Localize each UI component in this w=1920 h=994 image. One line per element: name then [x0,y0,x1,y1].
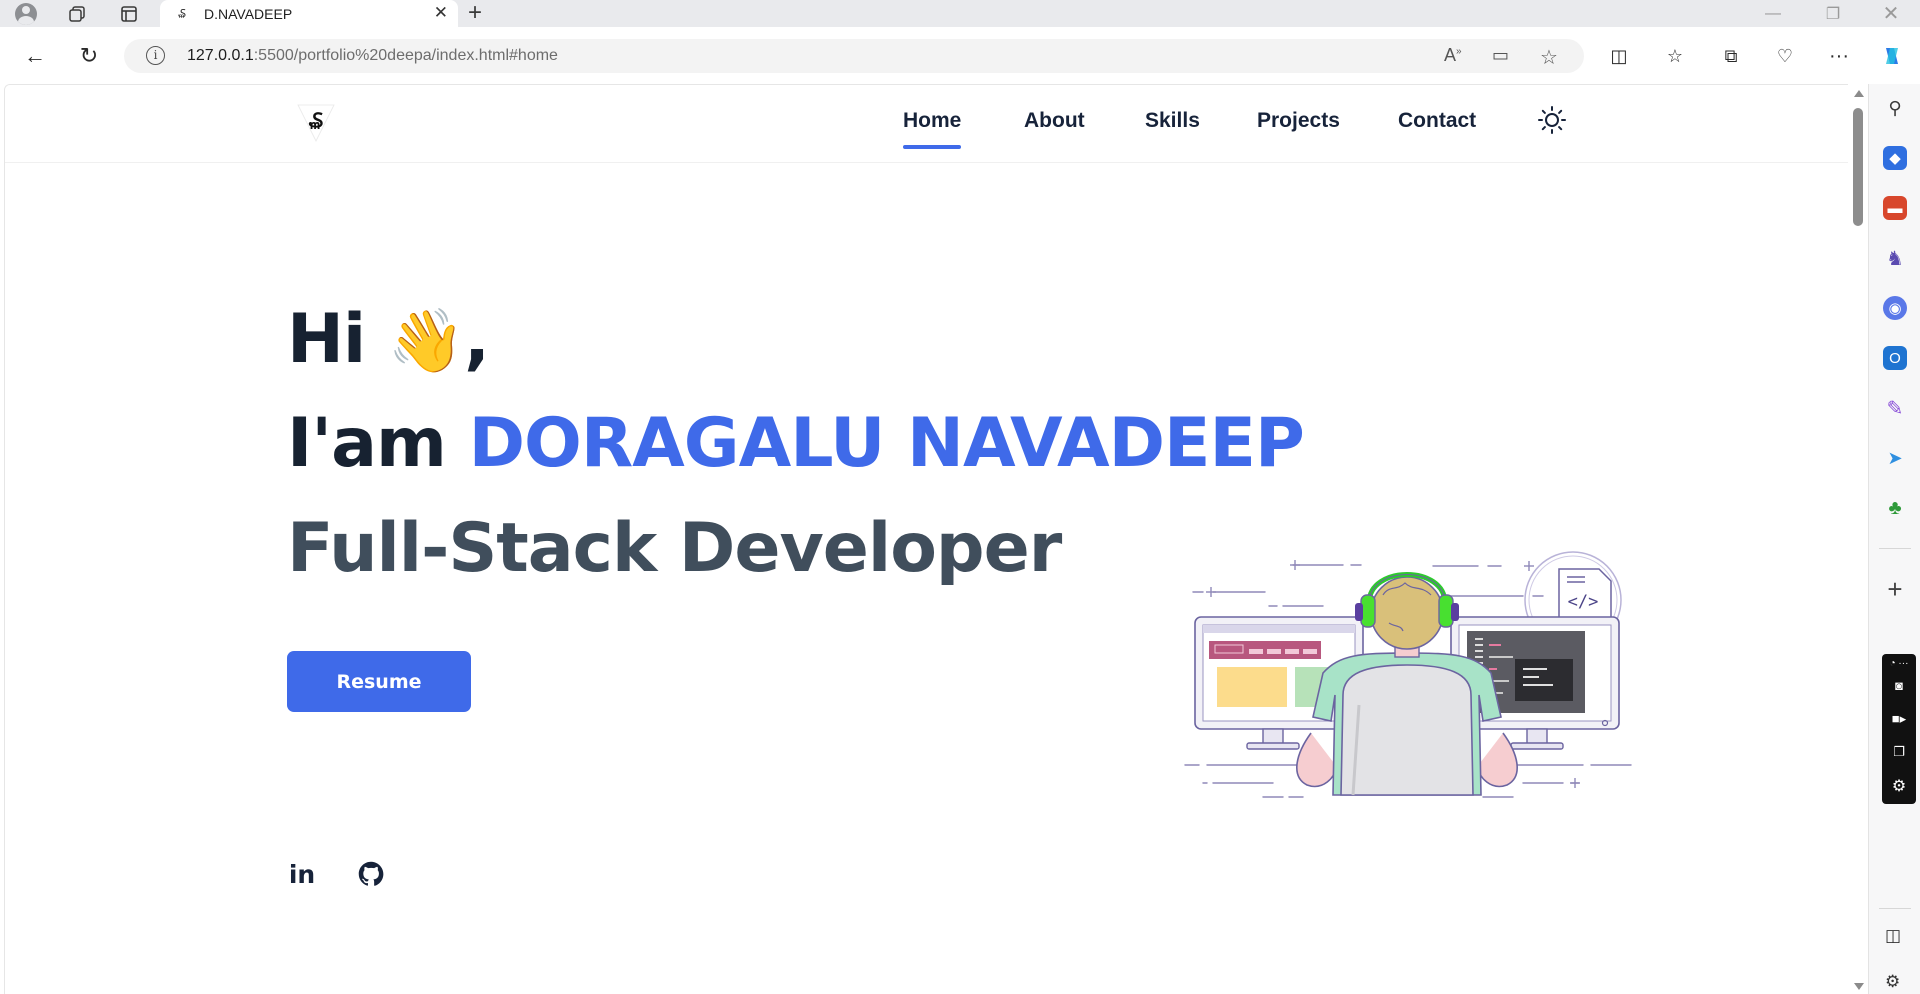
url-path: :5500/portfolio%20deepa/index.html#home [253,47,558,64]
nav-skills[interactable]: Skills [1145,109,1200,133]
waving-hand-icon: 👋 [387,304,465,377]
favorite-star-icon[interactable]: ☆ [1540,45,1558,70]
close-window-icon[interactable]: ✕ [1868,0,1914,27]
address-bar[interactable]: i 127.0.0.1:5500/portfolio%20deepa/index… [124,39,1584,73]
workspaces-icon[interactable] [64,2,90,25]
tab-favicon-icon: ₷ [178,8,186,20]
browser-tab-bar: ₷ D.NAVADEEP ✕ + — ❐ ✕ [0,0,1920,27]
active-tab[interactable]: ₷ D.NAVADEEP ✕ [160,0,458,27]
hero-greeting: Hi 👋, [287,300,490,379]
sidebar-divider-bottom [1879,908,1911,909]
back-icon[interactable]: ← [20,41,50,71]
refresh-icon[interactable]: ↻ [74,41,104,71]
video-icon[interactable]: ■▸ [1889,711,1909,726]
browser-essentials-icon[interactable]: ♡ [1770,41,1800,71]
new-tab-icon[interactable]: + [468,0,482,26]
shopping-tag-icon[interactable]: ◆ [1883,146,1907,170]
sun-icon[interactable] [1537,105,1567,135]
sidebar-toggle-icon[interactable]: ◫ [1885,926,1901,946]
read-aloud-icon[interactable]: A» [1444,45,1462,66]
scroll-up-arrow-icon[interactable] [1854,90,1864,97]
send-icon[interactable]: ➤ [1883,446,1907,470]
intro-text: I'am [287,404,447,483]
nav-home[interactable]: Home [903,109,962,149]
svg-text:</>: </> [1568,592,1599,612]
tab-close-icon[interactable]: ✕ [434,3,448,23]
collections-icon[interactable]: ⧉ [1716,41,1746,71]
nav-about[interactable]: About [1024,109,1085,133]
windows-icon[interactable]: ❐ [1889,744,1909,759]
scroll-thumb[interactable] [1853,108,1863,226]
site-info-icon[interactable]: i [146,46,165,65]
games-chess-icon[interactable]: ♞ [1883,246,1907,270]
nav-projects[interactable]: Projects [1257,109,1340,133]
greeting-text: Hi [287,300,366,379]
developer-name: DORAGALU NAVADEEP [468,404,1305,483]
url-text[interactable]: 127.0.0.1:5500/portfolio%20deepa/index.h… [187,47,558,65]
capture-panel: ◔ ··· ◙ ■▸ ❐ ⚙ [1882,654,1916,804]
svg-text:₷: ₷ [309,108,324,132]
tab-title: D.NAVADEEP [204,5,293,22]
page-scrollbar[interactable] [1848,84,1868,994]
hero-intro: I'am DORAGALU NAVADEEP [287,404,1305,483]
tab-actions-icon[interactable] [116,2,142,25]
camera-icon[interactable]: ◙ [1889,678,1909,693]
split-screen-icon[interactable]: ◫ [1604,41,1634,71]
settings-gear-icon[interactable]: ⚙ [1889,776,1909,795]
site-logo-icon[interactable]: ₷ [296,103,336,143]
linkedin-icon[interactable]: in [287,859,317,889]
profile-icon[interactable] [13,2,39,25]
greeting-comma: , [464,300,490,379]
copilot-icon[interactable] [1877,41,1907,71]
designer-icon[interactable]: ✎ [1883,396,1907,420]
site-header: ₷ Home About Skills Projects Contact [5,85,1848,163]
add-sidebar-app-icon[interactable]: + [1883,576,1907,602]
search-icon[interactable]: ⚲ [1883,96,1907,120]
developer-illustration: </> [1184,551,1632,798]
sidebar-divider [1879,548,1911,549]
more-menu-icon[interactable]: ··· [1824,41,1854,71]
immersive-reader-icon[interactable]: ▭ [1492,45,1509,66]
tools-toolbox-icon[interactable]: ▬ [1883,196,1907,220]
microsoft-365-icon[interactable]: ◉ [1883,296,1907,320]
favorites-icon[interactable]: ☆ [1660,41,1690,71]
minimize-icon[interactable]: — [1750,0,1796,27]
page-viewport: ₷ Home About Skills Projects Contact Hi … [4,84,1848,994]
scroll-down-arrow-icon[interactable] [1854,983,1864,990]
edge-sidebar: ⚲ ◆ ▬ ♞ ◉ O ✎ ➤ ♣ + ◔ ··· ◙ ■▸ ❐ ⚙ ◫ ⚙ [1868,84,1920,994]
nav-contact[interactable]: Contact [1398,109,1476,133]
restore-icon[interactable]: ❐ [1810,0,1856,27]
github-icon[interactable] [356,859,386,889]
sidebar-settings-icon[interactable]: ⚙ [1885,972,1900,992]
resume-button[interactable]: Resume [287,651,471,712]
hero-role: Full-Stack Developer [287,509,1062,588]
url-host: 127.0.0.1 [187,47,254,64]
address-toolbar: ← ↻ i 127.0.0.1:5500/portfolio%20deepa/i… [0,27,1920,84]
tree-icon[interactable]: ♣ [1883,496,1907,520]
outlook-icon[interactable]: O [1883,346,1907,370]
panel-more-icon[interactable]: ◔ ··· [1889,658,1909,672]
